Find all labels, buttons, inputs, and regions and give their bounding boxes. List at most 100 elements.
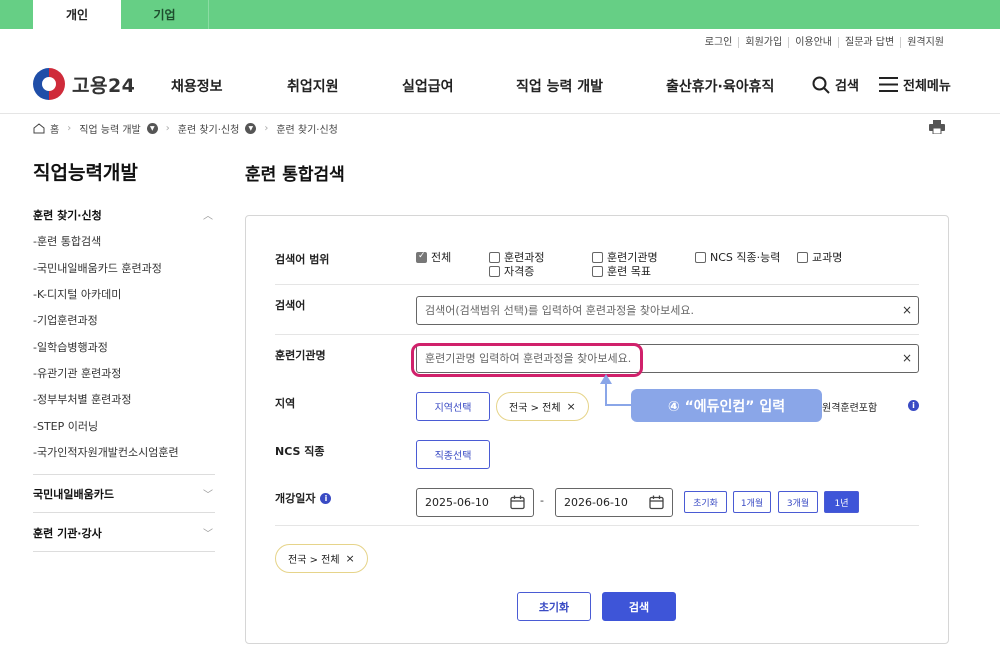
checkbox-icon	[489, 251, 500, 263]
checkbox-label: NCS 직종·능력	[710, 251, 781, 264]
period-1month-button[interactable]: 1개월	[733, 491, 771, 513]
clear-icon[interactable]: ×	[902, 303, 912, 317]
checkbox-icon	[592, 251, 603, 263]
sidebar-section-label: 훈련 찾기·신청	[33, 209, 102, 222]
reset-button[interactable]: 초기화	[517, 592, 591, 621]
sidebar-item-work-study[interactable]: -일학습병행과정	[33, 339, 108, 355]
print-icon[interactable]	[929, 120, 945, 134]
all-menu-button[interactable]: 전체메뉴	[879, 75, 951, 94]
scope-label: 검색어 범위	[275, 253, 330, 266]
chevron-right-icon: ›	[67, 123, 72, 134]
qna-link[interactable]: 질문과 답변	[838, 37, 900, 48]
selected-filter-chip[interactable]: 전국 > 전체 ×	[275, 544, 368, 573]
date-label-row: 개강일자 i	[275, 490, 332, 506]
breadcrumb-home[interactable]: 홈	[50, 121, 59, 136]
search-icon	[812, 76, 830, 94]
chevron-down-icon: ﹀	[203, 490, 213, 501]
sidebar-item-related-agency[interactable]: -유관기관 훈련과정	[33, 365, 121, 381]
date-separator: -	[540, 494, 544, 507]
search-button[interactable]: 검색	[812, 75, 859, 94]
nav-jobs[interactable]: 채용정보	[171, 76, 223, 96]
nav-parental-leave[interactable]: 출산휴가·육아휴직	[666, 76, 774, 96]
sidebar-item-gov-ministry[interactable]: -정부부처별 훈련과정	[33, 391, 132, 407]
checkbox-label: 전체	[431, 251, 452, 264]
signup-link[interactable]: 회원가입	[738, 37, 788, 48]
nav-unemployment-benefit[interactable]: 실업급여	[402, 76, 454, 96]
checkbox-icon	[797, 251, 808, 263]
instruction-callout: ④ “에듀인컴” 입력	[631, 389, 822, 422]
tab-corporate[interactable]: 기업	[121, 0, 209, 29]
nav-employment-support[interactable]: 취업지원	[287, 76, 339, 96]
search-label: 검색	[835, 79, 859, 94]
sidebar-section-naeil-card[interactable]: 국민내일배움카드 ﹀	[33, 486, 215, 502]
scope-goal-checkbox[interactable]: 훈련 목표	[592, 263, 651, 279]
sidebar-item-step-elearning[interactable]: -STEP 이러닝	[33, 418, 98, 434]
logo-text: 고용24	[72, 74, 136, 97]
region-select-button[interactable]: 지역선택	[416, 392, 490, 421]
remote-support-link[interactable]: 원격지원	[900, 37, 950, 48]
divider	[33, 551, 215, 552]
all-menu-label: 전체메뉴	[903, 79, 951, 94]
home-icon[interactable]	[33, 123, 45, 134]
divider	[275, 334, 919, 335]
checkbox-label: 자격증	[504, 265, 535, 278]
sidebar-section-label: 국민내일배움카드	[33, 488, 114, 501]
start-date-value: 2025-06-10	[425, 496, 489, 509]
breadcrumb-current: 훈련 찾기·신청	[276, 125, 338, 136]
scope-all-checkbox[interactable]: 전체	[416, 249, 451, 265]
scope-subject-checkbox[interactable]: 교과명	[797, 249, 842, 265]
search-submit-button[interactable]: 검색	[602, 592, 676, 621]
sidebar-section-training-search[interactable]: 훈련 찾기·신청 ︿	[33, 207, 215, 223]
tab-personal[interactable]: 개인	[33, 0, 121, 29]
period-reset-button[interactable]: 초기화	[684, 491, 727, 513]
guide-link[interactable]: 이용안내	[788, 37, 838, 48]
scope-ncs-checkbox[interactable]: NCS 직종·능력	[695, 249, 780, 265]
calendar-icon[interactable]	[649, 495, 664, 510]
login-link[interactable]: 로그인	[699, 37, 739, 48]
calendar-icon[interactable]	[510, 495, 525, 510]
divider	[33, 512, 215, 513]
chevron-right-icon: ›	[165, 123, 170, 134]
checkbox-icon	[489, 265, 500, 277]
scope-license-checkbox[interactable]: 자격증	[489, 263, 534, 279]
period-1year-button[interactable]: 1년	[824, 491, 859, 513]
search-panel	[245, 215, 949, 644]
sidebar-section-label: 훈련 기관·강사	[33, 527, 102, 540]
info-icon[interactable]: i	[320, 492, 332, 504]
chevron-down-icon[interactable]: ▼	[245, 123, 257, 134]
keyword-field[interactable]: ×	[416, 296, 919, 325]
sidebar-item-corporate-training[interactable]: -기업훈련과정	[33, 312, 98, 328]
close-icon[interactable]: ×	[567, 400, 576, 413]
sidebar-title: 직업능력개발	[33, 162, 138, 184]
remote-training-label[interactable]: 원격훈련포함	[822, 399, 877, 414]
ncs-select-button[interactable]: 직종선택	[416, 440, 490, 469]
breadcrumb-level1[interactable]: 직업 능력 개발	[79, 121, 141, 136]
clear-icon[interactable]: ×	[902, 351, 912, 365]
header: 고용24 채용정보 취업지원 실업급여 직업 능력 개발 출산휴가·육아휴직 검…	[0, 58, 1000, 114]
info-icon[interactable]: i	[908, 400, 919, 411]
checkbox-label: 훈련 목표	[607, 265, 651, 278]
utility-links: 로그인 회원가입 이용안내 질문과 답변 원격지원	[699, 37, 950, 48]
chevron-down-icon[interactable]: ▼	[146, 123, 158, 134]
sidebar-item-k-digital[interactable]: -K-디지털 아카데미	[33, 286, 121, 302]
period-3month-button[interactable]: 3개월	[778, 491, 818, 513]
sidebar-item-integrated-search[interactable]: -훈련 통합검색	[33, 233, 101, 249]
breadcrumb-level2[interactable]: 훈련 찾기·신청	[178, 121, 240, 136]
chip-label: 전국 > 전체	[288, 555, 340, 566]
end-date-field[interactable]: 2026-06-10	[555, 488, 673, 517]
institution-label: 훈련기관명	[275, 349, 326, 362]
logo[interactable]: 고용24	[33, 68, 135, 100]
ncs-label: NCS 직종	[275, 445, 325, 458]
chevron-up-icon: ︿	[203, 211, 213, 222]
nav-vocational-training[interactable]: 직업 능력 개발	[516, 76, 603, 96]
sidebar-item-naeil-card[interactable]: -국민내일배움카드 훈련과정	[33, 260, 162, 276]
chevron-right-icon: ›	[264, 123, 269, 134]
start-date-field[interactable]: 2025-06-10	[416, 488, 534, 517]
region-chip[interactable]: 전국 > 전체 ×	[496, 392, 589, 421]
close-icon[interactable]: ×	[346, 552, 355, 565]
hamburger-icon	[879, 77, 898, 92]
sidebar-item-consortium[interactable]: -국가인적자원개발컨소시엄훈련	[33, 444, 179, 460]
sidebar-section-institution[interactable]: 훈련 기관·강사 ﹀	[33, 525, 215, 541]
keyword-input[interactable]	[425, 297, 876, 324]
region-label: 지역	[275, 397, 296, 410]
